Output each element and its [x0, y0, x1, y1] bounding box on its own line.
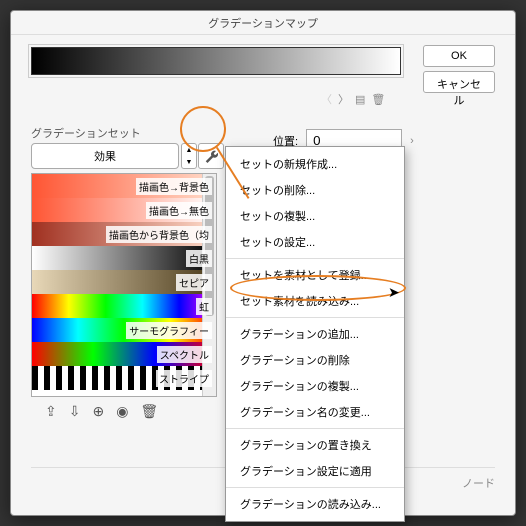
- chevron-right-icon[interactable]: ›: [410, 135, 414, 147]
- export-icon[interactable]: ⇪: [45, 403, 57, 420]
- save-icon[interactable]: ▤: [355, 93, 365, 106]
- context-menu: セットの新規作成...セットの削除...セットの複製...セットの設定... セッ…: [225, 146, 405, 522]
- menu-item[interactable]: セットの複製...: [226, 203, 404, 229]
- menu-item[interactable]: グラデーション設定に適用: [226, 458, 404, 484]
- menu-item[interactable]: グラデーションの追加...: [226, 321, 404, 347]
- stepper-down-icon[interactable]: ▼: [182, 156, 196, 168]
- gradient-label: 描画色から背景色（均: [106, 226, 212, 243]
- gradient-item[interactable]: 白黒: [32, 246, 216, 270]
- menu-item[interactable]: グラデーションの複製...: [226, 373, 404, 399]
- menu-item[interactable]: グラデーション名の変更...: [226, 399, 404, 425]
- gradient-label: ストライプ: [156, 370, 212, 387]
- gradient-label: 白黒: [186, 250, 212, 267]
- dialog-content: OK キャンセル 〈 〉 ▤ 🗑 位置: › グラデーションセット 効果 ▲ ▼…: [11, 35, 515, 59]
- wrench-icon: [204, 149, 218, 163]
- ok-button[interactable]: OK: [423, 45, 495, 67]
- gradient-set-label: グラデーションセット: [31, 125, 141, 141]
- menu-separator: [226, 258, 404, 259]
- gradient-label: 描画色→無色: [146, 202, 212, 219]
- gradient-item[interactable]: サーモグラフィー: [32, 318, 216, 342]
- gradient-item[interactable]: 描画色から背景色（均: [32, 222, 216, 246]
- cancel-button[interactable]: キャンセル: [423, 71, 495, 93]
- tag-icon[interactable]: ◉: [116, 403, 128, 420]
- gradient-label: サーモグラフィー: [126, 322, 212, 339]
- nav-toolbar: 〈 〉 ▤ 🗑: [321, 91, 385, 107]
- gradient-item[interactable]: 描画色→背景色: [32, 174, 216, 198]
- gradient-list[interactable]: 描画色→背景色描画色→無色描画色から背景色（均白黒セピア虹サーモグラフィースペク…: [31, 173, 217, 397]
- cursor-icon: ➤: [388, 284, 400, 301]
- menu-item[interactable]: グラデーションの読み込み...: [226, 491, 404, 517]
- menu-item[interactable]: セットの設定...: [226, 229, 404, 255]
- import-icon[interactable]: ⇩: [69, 403, 81, 420]
- menu-item[interactable]: セットの新規作成...: [226, 151, 404, 177]
- add-icon[interactable]: ⊕: [92, 403, 104, 420]
- gradient-label: 虹: [196, 298, 212, 315]
- node-count-label: ノード: [462, 475, 495, 491]
- list-toolbar: ⇪ ⇩ ⊕ ◉ 🗑: [45, 403, 158, 420]
- prev-icon[interactable]: 〈: [321, 91, 332, 107]
- next-icon[interactable]: 〉: [338, 91, 349, 107]
- menu-item[interactable]: セット素材を読み込み...: [226, 288, 404, 314]
- set-dropdown[interactable]: 効果: [31, 143, 179, 169]
- dialog-title: グラデーションマップ: [11, 11, 515, 35]
- menu-item[interactable]: セットの削除...: [226, 177, 404, 203]
- gradient-label: スペクトル: [157, 346, 212, 363]
- set-name: 効果: [94, 148, 116, 164]
- set-stepper[interactable]: ▲ ▼: [181, 143, 197, 169]
- delete-icon[interactable]: 🗑: [140, 403, 158, 420]
- trash-icon[interactable]: 🗑: [371, 93, 385, 106]
- gradient-item[interactable]: セピア: [32, 270, 216, 294]
- gradient-label: 描画色→背景色: [136, 178, 212, 195]
- menu-item[interactable]: グラデーションの削除: [226, 347, 404, 373]
- scrollbar-thumb[interactable]: [205, 176, 214, 316]
- gradient-item[interactable]: 描画色→無色: [32, 198, 216, 222]
- menu-separator: [226, 487, 404, 488]
- main-gradient-bar[interactable]: [31, 47, 401, 75]
- menu-item[interactable]: グラデーションの置き換え: [226, 432, 404, 458]
- gradient-label: セピア: [176, 274, 212, 291]
- menu-separator: [226, 428, 404, 429]
- menu-item[interactable]: セットを素材として登録...: [226, 262, 404, 288]
- gradient-item[interactable]: ストライプ: [32, 366, 216, 390]
- stepper-up-icon[interactable]: ▲: [182, 144, 196, 156]
- menu-separator: [226, 317, 404, 318]
- gradient-item[interactable]: 虹: [32, 294, 216, 318]
- gradient-item[interactable]: スペクトル: [32, 342, 216, 366]
